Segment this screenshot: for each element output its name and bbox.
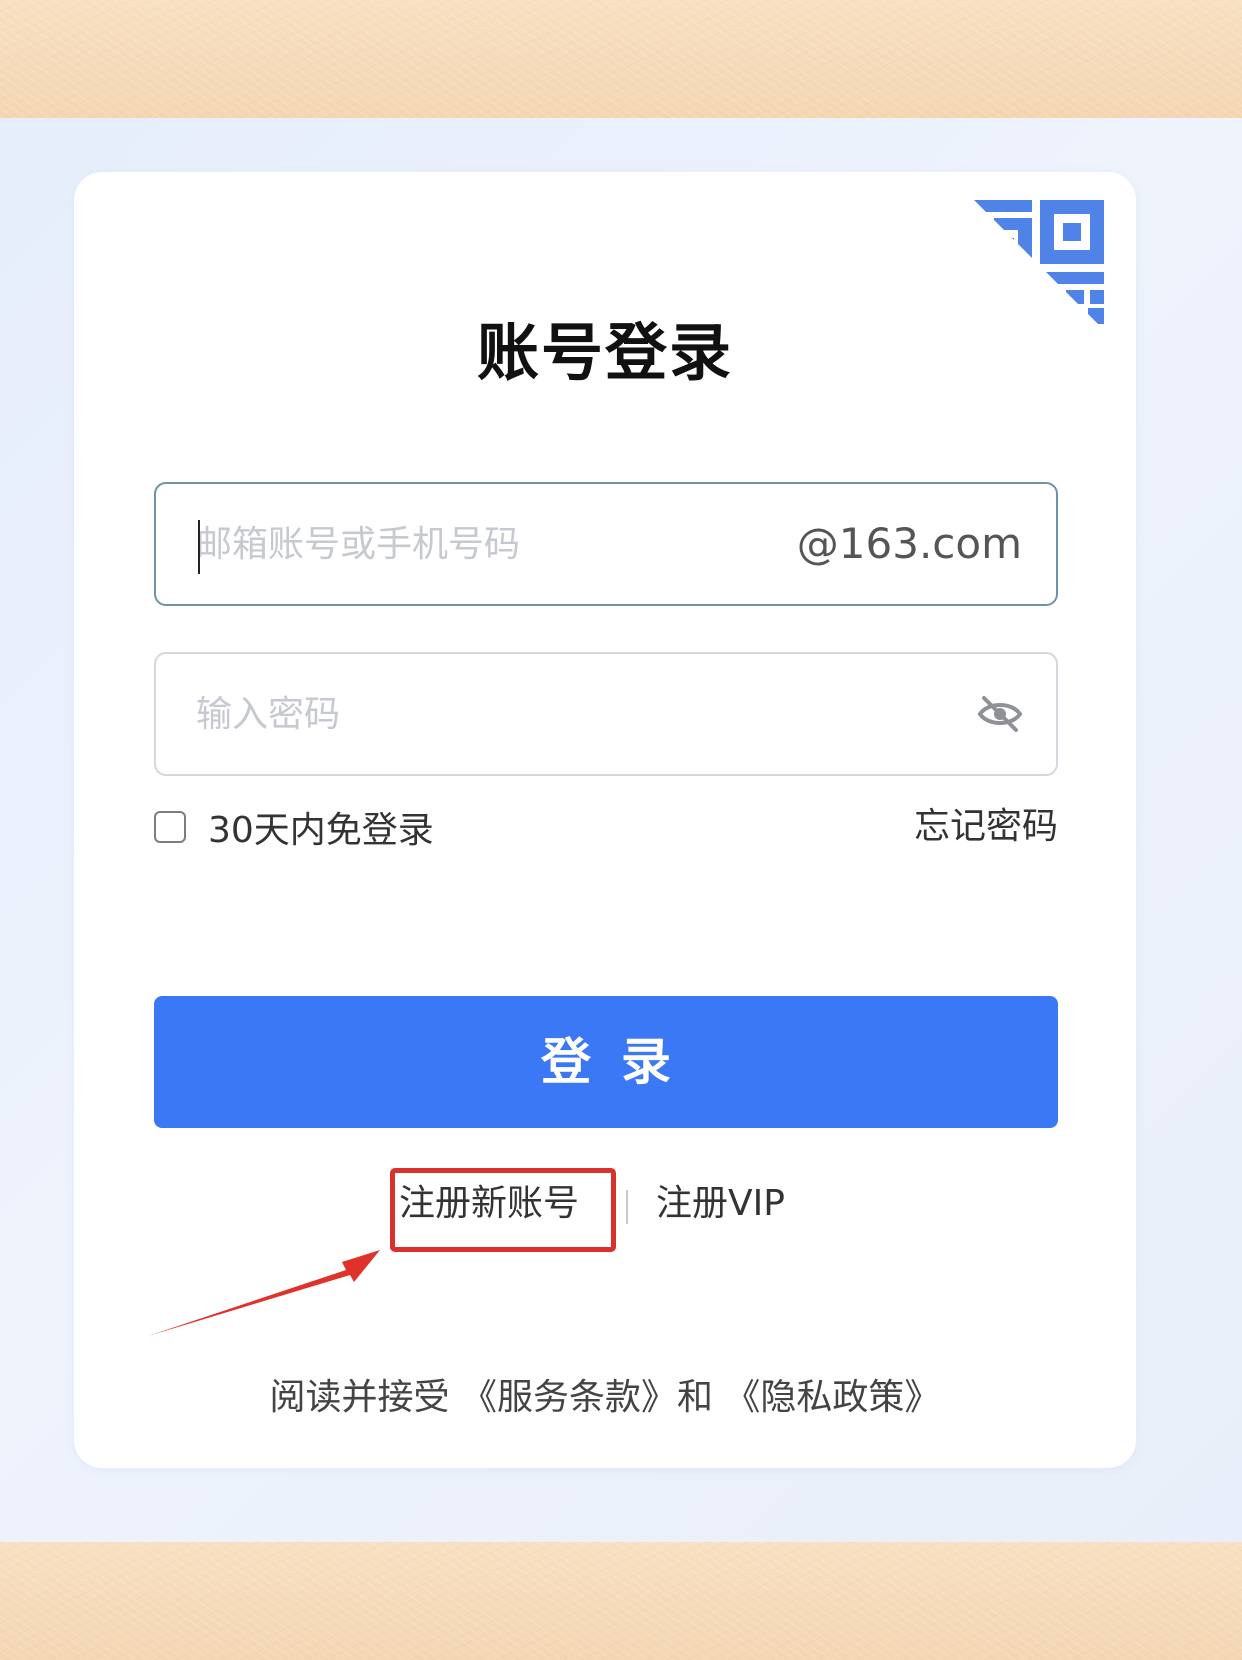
remember-me[interactable]: 30天内免登录 xyxy=(154,802,434,852)
page-title: 账号登录 xyxy=(476,316,733,389)
highlight-box xyxy=(390,1168,616,1252)
login-screen: 账号登录 @163.com 30天内免登录 忘记密码 登录 注册新账号 注册VI… xyxy=(0,118,1242,1542)
remember-checkbox[interactable] xyxy=(154,811,186,843)
email-input[interactable] xyxy=(196,484,756,604)
text-caret xyxy=(198,520,200,574)
email-domain-suffix[interactable]: @163.com xyxy=(797,484,1022,604)
register-vip-link[interactable]: 注册VIP xyxy=(656,1174,785,1234)
background-paper-bottom xyxy=(0,1542,1242,1660)
eye-hidden-icon[interactable] xyxy=(976,694,1024,734)
background-paper-top xyxy=(0,0,1242,118)
terms-text[interactable]: 阅读并接受 《服务条款》和 《隐私政策》 xyxy=(74,1368,1136,1420)
password-field[interactable] xyxy=(154,652,1058,776)
remember-label[interactable]: 30天内免登录 xyxy=(208,801,434,853)
login-button[interactable]: 登录 xyxy=(154,996,1058,1128)
forgot-password-link[interactable]: 忘记密码 xyxy=(914,802,1058,852)
email-field[interactable]: @163.com xyxy=(154,482,1058,606)
register-links: 注册新账号 注册VIP xyxy=(74,1168,1136,1252)
login-card: 账号登录 @163.com 30天内免登录 忘记密码 登录 注册新账号 注册VI… xyxy=(74,172,1136,1468)
password-input[interactable] xyxy=(196,654,956,774)
annotation-arrow-icon xyxy=(148,1250,380,1336)
link-divider xyxy=(626,1190,628,1224)
